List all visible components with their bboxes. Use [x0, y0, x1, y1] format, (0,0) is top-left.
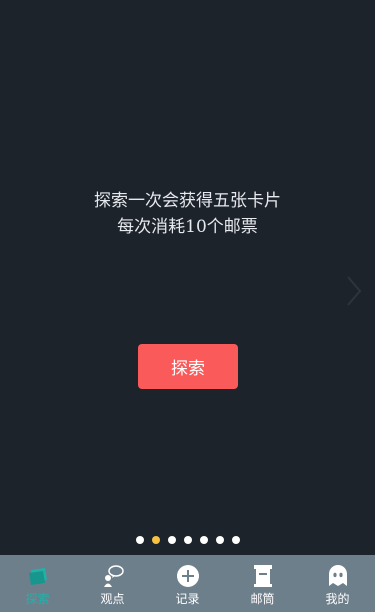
chevron-right-icon[interactable] — [345, 274, 363, 308]
tab-profile[interactable]: 我的 — [300, 555, 375, 612]
carousel-dot[interactable] — [199, 536, 208, 544]
tab-mailbox[interactable]: 邮筒 — [225, 555, 300, 612]
tab-record[interactable]: 记录 — [150, 555, 225, 612]
tab-record-label: 记录 — [175, 592, 200, 606]
tab-explore-label: 探索 — [25, 592, 50, 606]
tab-explore[interactable]: 探索 — [0, 555, 75, 612]
tab-mailbox-label: 邮筒 — [250, 592, 275, 606]
carousel-dot[interactable] — [231, 536, 240, 544]
profile-icon — [325, 563, 351, 589]
carousel-dot-active[interactable] — [151, 536, 160, 544]
tab-opinion[interactable]: 观点 — [75, 555, 150, 612]
explore-button[interactable]: 探索 — [138, 344, 238, 389]
bottom-tab-bar: 探索 观点 记录 邮筒 我的 — [0, 555, 375, 612]
carousel-dot[interactable] — [183, 536, 192, 544]
carousel-dot[interactable] — [215, 536, 224, 544]
opinion-icon — [100, 563, 126, 589]
mailbox-icon — [250, 563, 276, 589]
tab-opinion-label: 观点 — [100, 592, 125, 606]
app-screen: 探索一次会获得五张卡片 每次消耗10个邮票 探索 探索 观点 记录 邮筒 我的 — [0, 0, 375, 612]
carousel-indicator — [0, 536, 375, 544]
carousel-dot[interactable] — [135, 536, 144, 544]
description-line-2: 每次消耗10个邮票 — [117, 217, 258, 237]
explore-description: 探索一次会获得五张卡片 每次消耗10个邮票 — [0, 188, 375, 240]
description-line-1: 探索一次会获得五张卡片 — [94, 191, 281, 211]
add-record-icon — [175, 563, 201, 589]
explore-icon — [25, 563, 51, 589]
tab-profile-label: 我的 — [325, 592, 350, 606]
carousel-dot[interactable] — [167, 536, 176, 544]
